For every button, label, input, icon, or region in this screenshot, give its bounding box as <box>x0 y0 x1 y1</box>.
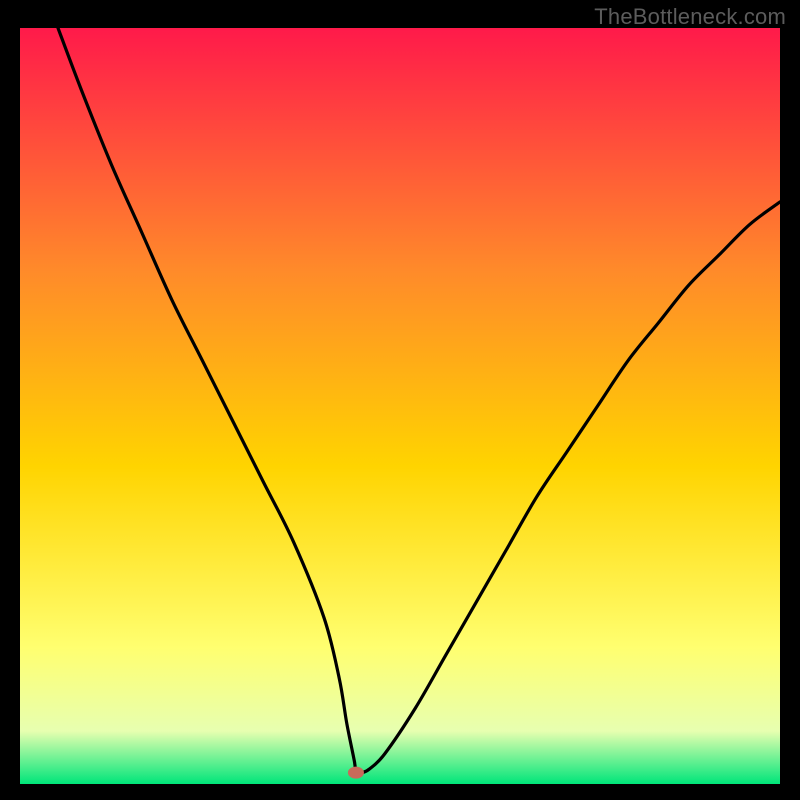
chart-frame: TheBottleneck.com <box>0 0 800 800</box>
gradient-background <box>20 28 780 784</box>
watermark-text: TheBottleneck.com <box>594 4 786 30</box>
plot-area <box>20 28 780 784</box>
chart-svg <box>20 28 780 784</box>
optimal-point-marker <box>348 767 364 779</box>
